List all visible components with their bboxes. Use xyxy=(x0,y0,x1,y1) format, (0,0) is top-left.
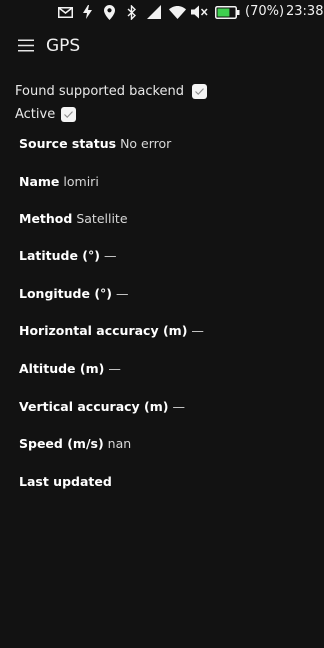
active-row: Active xyxy=(15,104,77,124)
cellular-signal-icon xyxy=(146,4,161,20)
checkmark-icon xyxy=(195,87,204,95)
backend-label: Found supported backend xyxy=(15,83,185,99)
info-value: — xyxy=(191,323,204,338)
info-label: Source status xyxy=(19,136,117,151)
bluetooth-icon xyxy=(126,4,136,20)
info-value: No error xyxy=(120,136,172,151)
info-row-longitude: Longitude (°) — xyxy=(19,284,129,304)
location-pin-icon xyxy=(103,4,115,20)
info-value: — xyxy=(172,399,186,414)
mail-icon xyxy=(57,4,73,20)
info-label: Longitude (°) xyxy=(19,286,113,301)
backend-row: Found supported backend xyxy=(15,81,208,101)
info-value: — xyxy=(104,248,117,263)
info-row-name: Name lomiri xyxy=(19,172,99,192)
info-row-method: Method Satellite xyxy=(19,209,128,229)
info-row-speed: Speed (m/s) nan xyxy=(19,434,131,454)
info-label: Name xyxy=(19,174,60,189)
info-row-last-updated: Last updated xyxy=(19,472,116,492)
info-value: nan xyxy=(107,436,132,451)
info-value: — xyxy=(108,361,121,376)
info-label: Last updated xyxy=(19,474,112,489)
hamburger-menu-icon xyxy=(18,37,34,56)
info-label: Vertical accuracy (m) xyxy=(19,399,169,414)
backend-checkbox[interactable] xyxy=(192,83,208,99)
active-label: Active xyxy=(15,106,56,122)
header: GPS xyxy=(0,24,324,68)
wifi-icon xyxy=(169,4,186,20)
info-row-source-status: Source status No error xyxy=(19,134,171,154)
flash-icon xyxy=(82,4,92,20)
volume-muted-icon xyxy=(191,4,208,20)
info-label: Latitude (°) xyxy=(19,248,100,263)
menu-button[interactable] xyxy=(14,34,38,58)
info-label: Altitude (m) xyxy=(19,361,105,376)
checkmark-icon xyxy=(64,110,74,118)
status-time: 23:38 xyxy=(286,4,324,19)
info-row-latitude: Latitude (°) — xyxy=(19,246,117,266)
status-bar: (70%) 23:38 xyxy=(0,0,324,24)
info-row-vertical-accuracy: Vertical accuracy (m) — xyxy=(19,397,185,417)
info-row-horizontal-accuracy: Horizontal accuracy (m) — xyxy=(19,321,204,341)
info-value: Satellite xyxy=(76,211,128,226)
page-title: GPS xyxy=(46,36,81,56)
battery-percent: (70%) xyxy=(245,4,285,19)
battery-icon xyxy=(214,4,240,20)
info-label: Method xyxy=(19,211,73,226)
info-value: — xyxy=(116,286,129,301)
info-label: Horizontal accuracy (m) xyxy=(19,323,188,338)
info-row-altitude: Altitude (m) — xyxy=(19,359,121,379)
info-label: Speed (m/s) xyxy=(19,436,104,451)
info-value: lomiri xyxy=(63,174,99,189)
active-checkbox[interactable] xyxy=(61,106,77,122)
